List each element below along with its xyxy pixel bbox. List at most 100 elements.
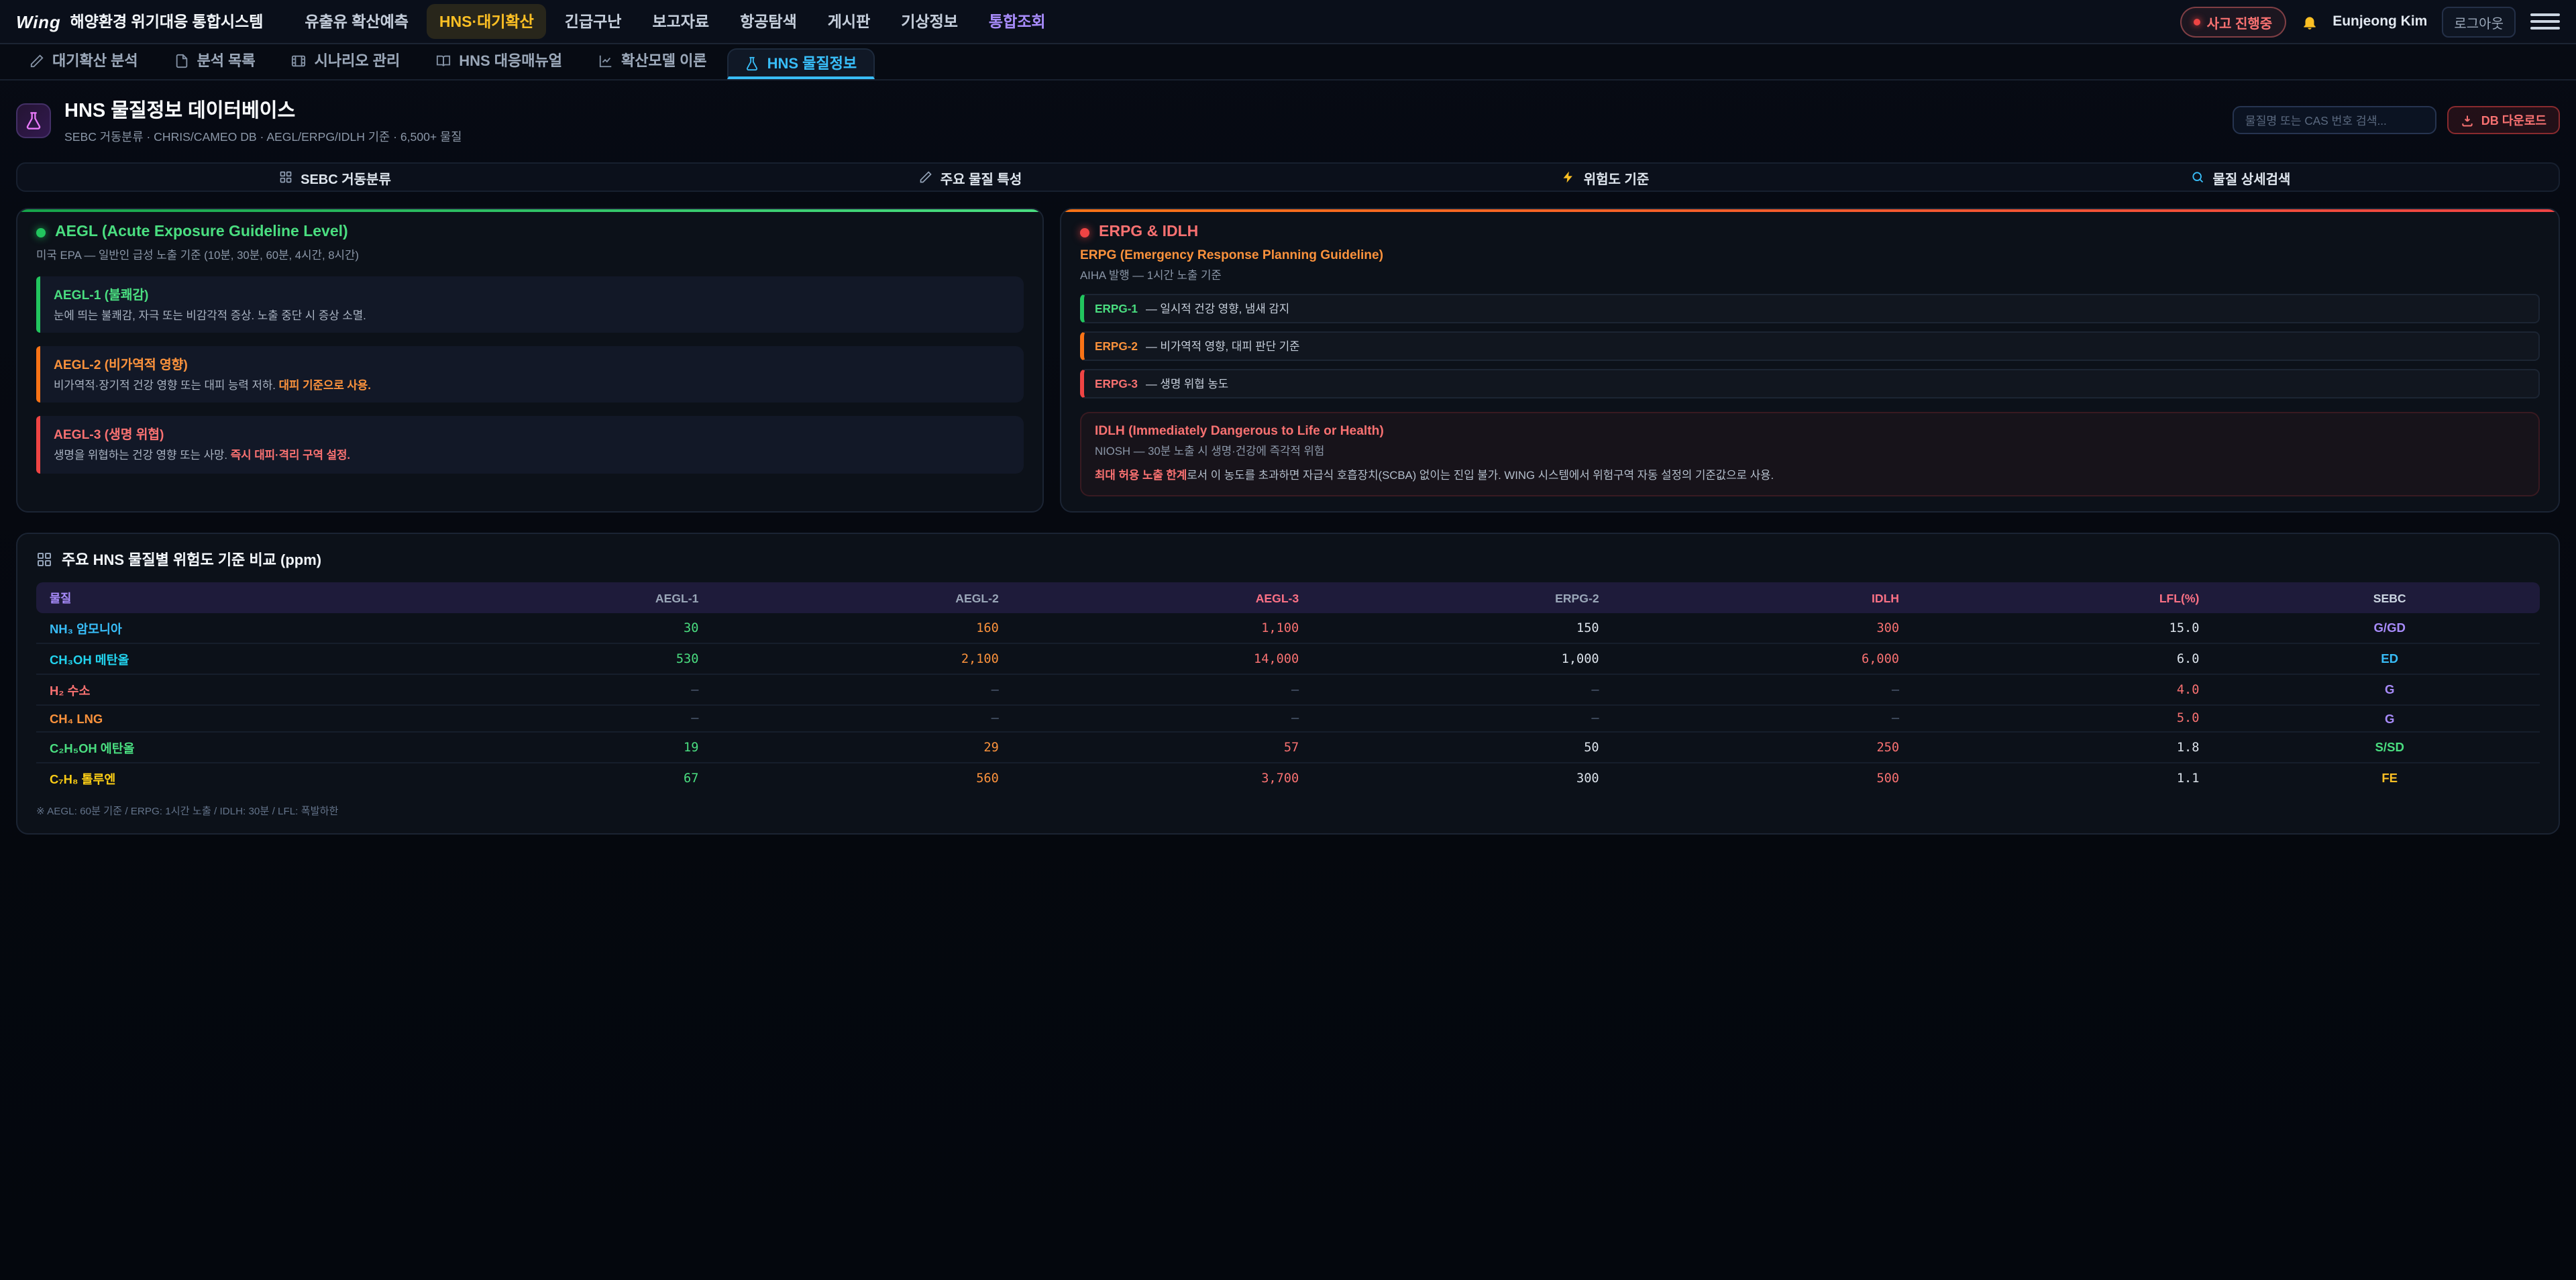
tab-hns-response-manual[interactable]: HNS 대응매뉴얼 (420, 44, 578, 79)
table-cell: 1.1 (1939, 763, 2239, 793)
page-title: HNS 물질정보 데이터베이스 (64, 95, 462, 123)
table-row-ammonia: NH₃ 암모니아 30 160 1,100 150 300 15.0 G/GD (36, 613, 2540, 643)
chart-icon (598, 53, 613, 68)
logout-button[interactable]: 로그아웃 (2442, 6, 2516, 37)
notifications-button[interactable] (2300, 13, 2318, 30)
incident-badge-label: 사고 진행중 (2207, 11, 2273, 32)
table-cell: – (1039, 705, 1339, 732)
table-cell: – (439, 705, 739, 732)
section-sebc-classification[interactable]: SEBC 거동분류 (17, 164, 653, 191)
aegl-title-text: AEGL (Acute Exposure Guideline Level) (55, 224, 348, 240)
aegl-level-1-desc: 눈에 띄는 불쾌감, 자극 또는 비감각적 증상. 노출 중단 시 증상 소멸. (54, 307, 1010, 323)
tab-label: 분석 목록 (197, 50, 256, 71)
flask-icon (24, 111, 43, 129)
erpg-level-2-name: ERPG-2 (1095, 339, 1138, 353)
substance-cell: CH₄ LNG (36, 705, 439, 732)
table-cell: 29 (739, 732, 1038, 763)
page-title-block: HNS 물질정보 데이터베이스 SEBC 거동분류 · CHRIS/CAMEO … (64, 95, 462, 145)
tab-hns-substance-info[interactable]: HNS 물질정보 (727, 48, 875, 79)
table-cell: 2,100 (739, 643, 1038, 674)
idlh-block: IDLH (Immediately Dangerous to Life or H… (1080, 412, 2540, 496)
column-header-sebc: SEBC (2239, 582, 2540, 613)
table-cell: 160 (739, 613, 1038, 643)
section-label: 물질 상세검색 (2213, 167, 2291, 187)
table-cell: 500 (1640, 763, 1939, 793)
hamburger-menu-button[interactable] (2530, 9, 2560, 34)
table-cell: 15.0 (1939, 613, 2239, 643)
app-logo: Wing (16, 11, 61, 32)
table-cell: 1,100 (1039, 613, 1339, 643)
erpg-level-2-desc: — 비가역적 영향, 대피 판단 기준 (1146, 338, 1300, 354)
substance-cell: CH₃OH 메탄올 (36, 643, 439, 674)
aegl-level-2-name: AEGL-2 (비가역적 영향) (54, 354, 1010, 373)
column-header-aegl1: AEGL-1 (439, 582, 739, 613)
bell-icon (2300, 13, 2318, 30)
nav-item-reports[interactable]: 보고자료 (640, 4, 721, 39)
tab-analysis-list[interactable]: 분석 목록 (158, 44, 272, 79)
section-label: 주요 물질 특성 (941, 167, 1022, 187)
document-icon (174, 53, 189, 68)
section-hazard-criteria[interactable]: 위험도 기준 (1288, 164, 1923, 191)
table-cell: – (1039, 674, 1339, 705)
pencil-icon (919, 170, 932, 184)
table-cell: 67 (439, 763, 739, 793)
lightning-icon (1562, 170, 1576, 184)
sebc-cell: ED (2239, 643, 2540, 674)
substance-cell: C₇H₈ 톨루엔 (36, 763, 439, 793)
sebc-cell: S/SD (2239, 732, 2540, 763)
hazard-comparison-table: 물질 AEGL-1 AEGL-2 AEGL-3 ERPG-2 IDLH LFL(… (36, 582, 2540, 793)
aegl-level-3-name: AEGL-3 (생명 위협) (54, 425, 1010, 443)
brand: Wing 해양환경 위기대응 통합시스템 (16, 11, 263, 32)
comparison-table-card: 주요 HNS 물질별 위험도 기준 비교 (ppm) 물질 AEGL-1 AEG… (16, 533, 2560, 835)
tab-label: 확산모델 이론 (621, 50, 707, 71)
nav-item-hns-dispersion[interactable]: HNS·대기확산 (427, 4, 546, 39)
erpg-level-3: ERPG-3 — 생명 위협 농도 (1080, 369, 2540, 398)
nav-item-board[interactable]: 게시판 (816, 4, 883, 39)
sebc-cell: G (2239, 705, 2540, 732)
page-icon (16, 103, 51, 138)
tab-label: 시나리오 관리 (315, 50, 400, 71)
db-download-button[interactable]: DB 다운로드 (2448, 106, 2560, 134)
nav-item-aerial-search[interactable]: 항공탐색 (728, 4, 809, 39)
table-cell: – (1640, 674, 1939, 705)
nav-item-oil-spill[interactable]: 유출유 확산예측 (292, 4, 421, 39)
main-nav: 유출유 확산예측 HNS·대기확산 긴급구난 보고자료 항공탐색 게시판 기상정… (292, 4, 1057, 39)
nav-item-rescue[interactable]: 긴급구난 (553, 4, 634, 39)
sebc-cell: G/GD (2239, 613, 2540, 643)
aegl-subtitle: 미국 EPA — 일반인 급성 노출 기준 (10분, 30분, 60분, 4시… (36, 247, 1024, 263)
table-cell: 50 (1339, 732, 1639, 763)
db-download-label: DB 다운로드 (2481, 111, 2546, 129)
page-header: HNS 물질정보 데이터베이스 SEBC 거동분류 · CHRIS/CAMEO … (0, 81, 2576, 156)
table-cell: 57 (1039, 732, 1339, 763)
incident-status-badge[interactable]: 사고 진행중 (2180, 6, 2286, 37)
app-window: Wing 해양환경 위기대응 통합시스템 유출유 확산예측 HNS·대기확산 긴… (0, 0, 2576, 1280)
nav-item-weather[interactable]: 기상정보 (889, 4, 970, 39)
table-row-hydrogen: H₂ 수소 – – – – – 4.0 G (36, 674, 2540, 705)
criteria-panels: AEGL (Acute Exposure Guideline Level) 미국… (16, 208, 2560, 513)
table-cell: – (1339, 705, 1639, 732)
flask-icon (745, 56, 759, 70)
tab-scenario-management[interactable]: 시나리오 관리 (276, 44, 417, 79)
tab-dispersion-model-theory[interactable]: 확산모델 이론 (582, 44, 723, 79)
search-icon (2192, 170, 2205, 184)
page-subtitle: SEBC 거동분류 · CHRIS/CAMEO DB · AEGL/ERPG/I… (64, 127, 462, 145)
section-nav: SEBC 거동분류 주요 물질 특성 위험도 기준 물질 상세검색 (16, 162, 2560, 192)
film-icon (292, 53, 307, 68)
table-row-ethanol: C₂H₅OH 에탄올 19 29 57 50 250 1.8 S/SD (36, 732, 2540, 763)
section-detail-search[interactable]: 물질 상세검색 (1923, 164, 2559, 191)
table-cell: 1,000 (1339, 643, 1639, 674)
table-cell: 530 (439, 643, 739, 674)
table-row-lng: CH₄ LNG – – – – – 5.0 G (36, 705, 2540, 732)
column-header-lfl: LFL(%) (1939, 582, 2239, 613)
incident-dot-icon (2194, 18, 2200, 25)
section-key-properties[interactable]: 주요 물질 특성 (653, 164, 1288, 191)
green-dot-icon (36, 227, 46, 237)
column-header-erpg2: ERPG-2 (1339, 582, 1639, 613)
aegl-panel: AEGL (Acute Exposure Guideline Level) 미국… (16, 208, 1044, 513)
table-cell: 5.0 (1939, 705, 2239, 732)
tab-dispersion-analysis[interactable]: 대기확산 분석 (13, 44, 154, 79)
idlh-subtitle: NIOSH — 30분 노출 시 생명·건강에 즉각적 위험 (1095, 443, 2525, 459)
nav-item-integrated-search[interactable]: 통합조회 (977, 4, 1058, 39)
substance-search-input[interactable] (2233, 106, 2437, 134)
table-cell: – (739, 674, 1038, 705)
